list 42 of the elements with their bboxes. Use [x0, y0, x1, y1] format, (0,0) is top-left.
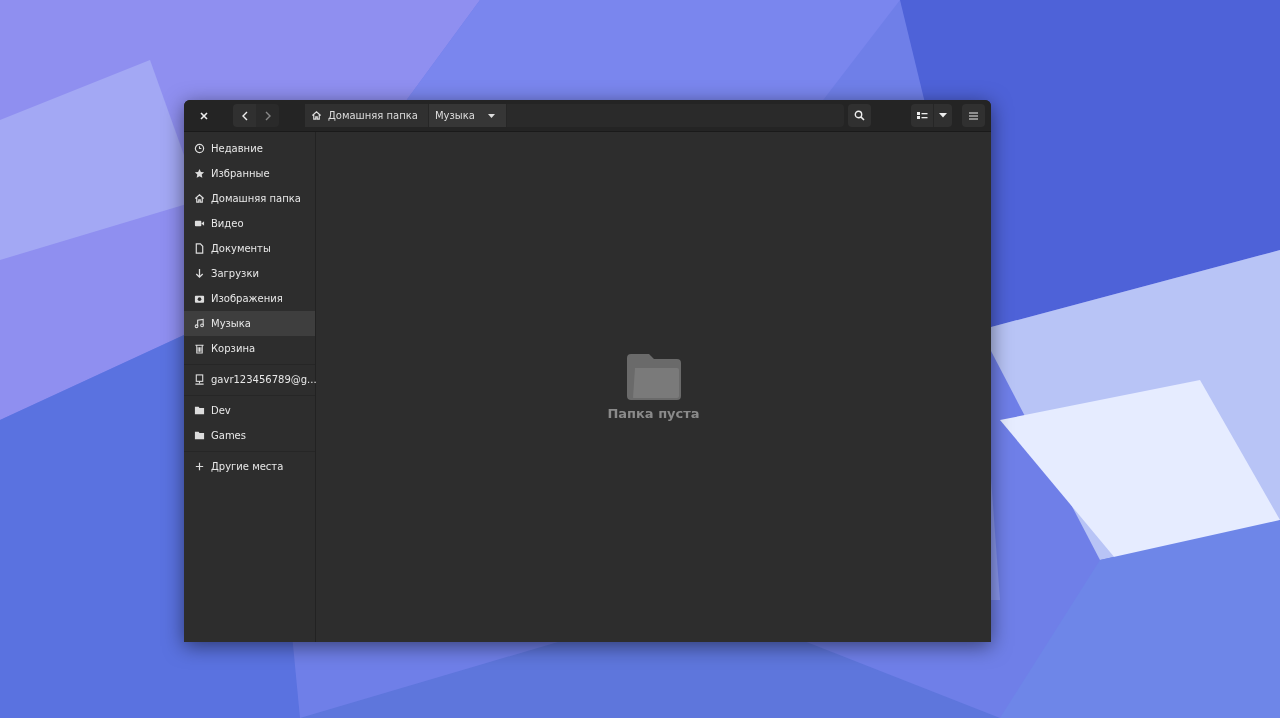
- star-icon: [194, 168, 205, 179]
- trash-icon: [194, 343, 205, 354]
- clock-icon: [194, 143, 205, 154]
- folder-icon: [194, 430, 205, 441]
- video-camera-icon: [194, 218, 205, 229]
- download-arrow-icon: [194, 268, 205, 279]
- folder-icon: [626, 353, 681, 400]
- music-note-icon: [194, 318, 205, 329]
- caret-icon: [939, 113, 947, 118]
- home-icon: [194, 193, 205, 204]
- document-icon: [194, 243, 205, 254]
- folder-icon: [194, 405, 205, 416]
- path-button[interactable]: Домашняя папка: [305, 104, 429, 127]
- path-button[interactable]: Музыка: [428, 104, 507, 127]
- list-icon: [916, 111, 928, 120]
- sidebar-item[interactable]: Корзина: [184, 336, 315, 361]
- sidebar-item[interactable]: Музыка: [184, 311, 315, 336]
- computer-icon: [194, 374, 205, 385]
- view-options-button[interactable]: [934, 104, 952, 127]
- sidebar-item[interactable]: Изображения: [184, 286, 315, 311]
- search-icon: [854, 110, 865, 121]
- empty-folder-message: Папка пуста: [607, 405, 700, 421]
- search-button[interactable]: [848, 104, 871, 127]
- sidebar-item[interactable]: Недавние: [184, 136, 315, 161]
- sidebar-item[interactable]: Другие места: [184, 454, 315, 479]
- menu-button[interactable]: [962, 104, 985, 127]
- sidebar-item[interactable]: Избранные: [184, 161, 315, 186]
- list-view-button[interactable]: [911, 104, 934, 127]
- sidebar-item[interactable]: Загрузки: [184, 261, 315, 286]
- home-icon: [311, 110, 322, 121]
- sidebar-item[interactable]: Видео: [184, 211, 315, 236]
- sidebar-item[interactable]: Домашняя папка: [184, 186, 315, 211]
- sidebar-item[interactable]: Документы: [184, 236, 315, 261]
- sidebar-item[interactable]: gavr123456789@g...: [184, 367, 315, 392]
- menu-icon: [969, 111, 978, 120]
- caret-icon: [486, 112, 496, 119]
- camera-icon: [194, 293, 205, 304]
- back-button[interactable]: [233, 104, 256, 127]
- close-icon: [199, 111, 208, 120]
- sidebar-item[interactable]: Dev: [184, 398, 315, 423]
- plus-icon: [194, 461, 205, 472]
- sidebar-item[interactable]: Games: [184, 423, 315, 448]
